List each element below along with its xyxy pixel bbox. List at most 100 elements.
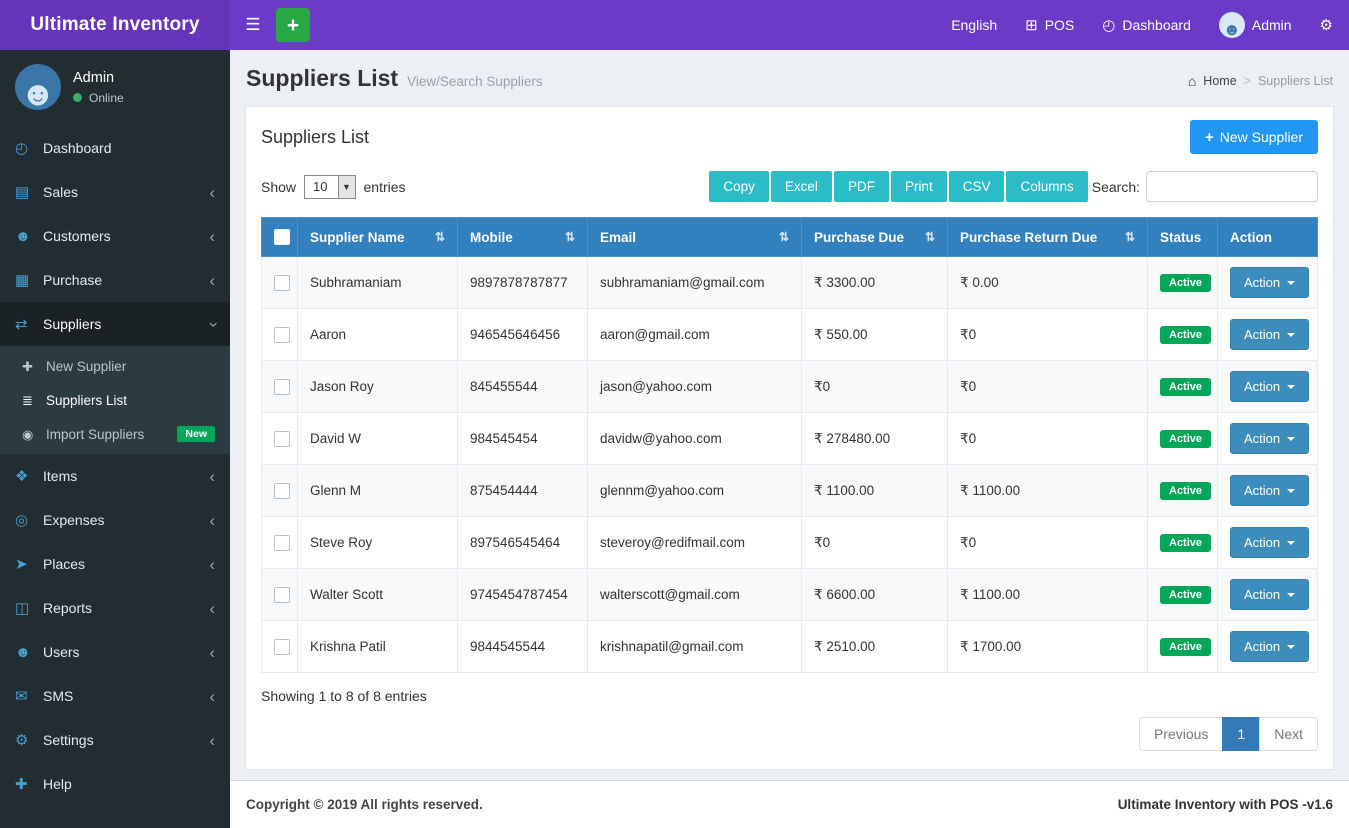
new-badge: New bbox=[177, 426, 215, 442]
action-button-label: Action bbox=[1244, 379, 1281, 395]
caret-down-icon bbox=[1287, 488, 1296, 493]
column-header-purchase-due[interactable]: Purchase Due ⇅ bbox=[801, 216, 948, 258]
table-row: Subhramaniam 9897878787877 subhramaniam@gm… bbox=[261, 256, 1318, 310]
action-button[interactable]: Action bbox=[1230, 267, 1310, 299]
action-button[interactable]: Action bbox=[1230, 423, 1310, 455]
action-button[interactable]: Action bbox=[1230, 475, 1310, 507]
table-row: Glenn M 875454444 glennm@yahoo.com ₹ 1100.0… bbox=[261, 464, 1318, 518]
export-copy-button[interactable]: Copy bbox=[709, 171, 769, 202]
sort-icon[interactable]: ⇅ bbox=[1125, 230, 1135, 244]
row-checkbox[interactable] bbox=[274, 535, 290, 552]
home-icon: ⌂ bbox=[1187, 73, 1197, 89]
sidebar-item-settings[interactable]: ⚙ Settings ‹ bbox=[0, 718, 230, 762]
sidebar-user-status: Online bbox=[73, 91, 124, 105]
export-pdf-button[interactable]: PDF bbox=[833, 171, 889, 202]
supplier-name-cell: Steve Roy bbox=[297, 516, 458, 570]
expenses-icon: ◎ bbox=[15, 511, 29, 529]
sort-icon[interactable]: ⇅ bbox=[779, 230, 789, 244]
sidebar-subitem-new-supplier[interactable]: ✚ New Supplier bbox=[0, 349, 230, 383]
show-label: Show bbox=[261, 178, 297, 195]
sidebar-item-reports[interactable]: ◫ Reports ‹ bbox=[0, 586, 230, 630]
export-csv-button[interactable]: CSV bbox=[948, 171, 1005, 202]
nav-dashboard[interactable]: ◴ Dashboard bbox=[1102, 17, 1191, 33]
row-select-cell bbox=[261, 620, 298, 674]
quick-add-button[interactable]: + bbox=[276, 8, 310, 42]
sidebar-item-places[interactable]: ➤ Places ‹ bbox=[0, 542, 230, 586]
sidebar-subitem-suppliers-list[interactable]: ≣ Suppliers List bbox=[0, 383, 230, 417]
export-excel-button[interactable]: Excel bbox=[770, 171, 832, 202]
action-button-label: Action bbox=[1244, 587, 1281, 603]
action-button[interactable]: Action bbox=[1230, 579, 1310, 611]
purchase-due-cell: ₹ 1100.00 bbox=[801, 464, 948, 518]
sidebar-item-customers[interactable]: ☻ Customers ‹ bbox=[0, 214, 230, 258]
entries-select[interactable]: 10 ▼ bbox=[304, 174, 356, 199]
action-cell: Action bbox=[1217, 568, 1318, 622]
sort-icon[interactable]: ⇅ bbox=[925, 230, 935, 244]
sort-icon[interactable]: ⇅ bbox=[435, 230, 445, 244]
sidebar-item-purchase[interactable]: ▦ Purchase ‹ bbox=[0, 258, 230, 302]
sidebar-item-label: Users bbox=[43, 644, 80, 660]
action-button[interactable]: Action bbox=[1230, 319, 1310, 351]
sidebar-subitem-import-suppliers[interactable]: ◉ Import Suppliers New bbox=[0, 417, 230, 451]
pagination-page-1[interactable]: 1 bbox=[1222, 717, 1261, 752]
action-cell: Action bbox=[1217, 620, 1318, 674]
sort-icon[interactable]: ⇅ bbox=[565, 230, 575, 244]
column-header-supplier-name[interactable]: Supplier Name ⇅ bbox=[297, 216, 458, 258]
column-header-purchase-return-due[interactable]: Purchase Return Due ⇅ bbox=[947, 216, 1148, 258]
column-header-status[interactable]: Status bbox=[1147, 216, 1218, 258]
sidebar-item-dashboard[interactable]: ◴ Dashboard bbox=[0, 126, 230, 170]
status-cell: Active bbox=[1147, 620, 1218, 674]
new-supplier-icon: ✚ bbox=[22, 358, 33, 374]
column-header-action[interactable]: Action bbox=[1217, 216, 1318, 258]
hamburger-menu-icon[interactable]: ☰ bbox=[230, 0, 276, 50]
row-checkbox[interactable] bbox=[274, 639, 290, 656]
purchase-return-due-cell: ₹0 bbox=[947, 360, 1148, 414]
nav-language[interactable]: English bbox=[951, 17, 997, 33]
pos-icon: ⊞ bbox=[1025, 16, 1038, 34]
breadcrumb-home[interactable]: Home bbox=[1203, 74, 1236, 88]
sidebar-item-users[interactable]: ☻ Users ‹ bbox=[0, 630, 230, 674]
nav-pos[interactable]: ⊞ POS bbox=[1025, 17, 1074, 33]
action-button[interactable]: Action bbox=[1230, 527, 1310, 559]
row-checkbox[interactable] bbox=[274, 275, 290, 292]
search-input[interactable] bbox=[1146, 171, 1318, 202]
search-wrap: Search: bbox=[1092, 171, 1318, 202]
nav-user-menu[interactable]: ☻ Admin bbox=[1218, 12, 1292, 38]
status-cell: Active bbox=[1147, 516, 1218, 570]
sidebar-item-help[interactable]: ✚ Help bbox=[0, 762, 230, 806]
pagination-next[interactable]: Next bbox=[1259, 717, 1318, 752]
brand[interactable]: Ultimate Inventory bbox=[0, 0, 230, 50]
action-cell: Action bbox=[1217, 516, 1318, 570]
main-area: ☻ Admin Online ◴ Dashboard ▤ Sales ‹ ☻ Custome… bbox=[0, 50, 1349, 828]
top-navbar: Ultimate Inventory ☰ + English ⊞ POS ◴ Das… bbox=[0, 0, 1349, 50]
column-header-mobile[interactable]: Mobile ⇅ bbox=[457, 216, 588, 258]
email-cell: walterscott@gmail.com bbox=[587, 568, 802, 622]
action-button[interactable]: Action bbox=[1230, 371, 1310, 403]
sidebar-item-sales[interactable]: ▤ Sales ‹ bbox=[0, 170, 230, 214]
export-columns-button[interactable]: Columns bbox=[1006, 171, 1088, 202]
purchase-icon: ▦ bbox=[15, 271, 30, 289]
sidebar-item-expenses[interactable]: ◎ Expenses ‹ bbox=[0, 498, 230, 542]
online-status-dot bbox=[73, 93, 82, 102]
sidebar-subitem-label: Suppliers List bbox=[46, 392, 128, 408]
action-button[interactable]: Action bbox=[1230, 631, 1310, 663]
caret-down-icon bbox=[1287, 436, 1296, 441]
nav-settings[interactable]: ⚙ bbox=[1320, 18, 1333, 33]
export-print-button[interactable]: Print bbox=[890, 171, 947, 202]
row-checkbox[interactable] bbox=[274, 483, 290, 500]
row-checkbox[interactable] bbox=[274, 431, 290, 448]
sidebar-item-sms[interactable]: ✉ SMS ‹ bbox=[0, 674, 230, 718]
pagination-previous[interactable]: Previous bbox=[1138, 717, 1224, 752]
navbar-main: ☰ + English ⊞ POS ◴ Dashboard ☻ Admin ⚙ bbox=[230, 0, 1349, 50]
row-checkbox[interactable] bbox=[274, 379, 290, 396]
page-subtitle: View/Search Suppliers bbox=[407, 74, 543, 89]
row-checkbox[interactable] bbox=[274, 327, 290, 344]
table-row: Jason Roy 845455544 jason@yahoo.com ₹0 ₹0 Act… bbox=[261, 360, 1318, 414]
sidebar-item-suppliers[interactable]: ⇄ Suppliers ‹ bbox=[0, 302, 230, 346]
sidebar-item-items[interactable]: ❖ Items ‹ bbox=[0, 454, 230, 498]
new-supplier-button[interactable]: + New Supplier bbox=[1189, 120, 1318, 154]
breadcrumb: ⌂ Home > Suppliers List bbox=[1188, 73, 1333, 89]
row-checkbox[interactable] bbox=[274, 587, 290, 604]
select-all-checkbox[interactable] bbox=[274, 229, 290, 246]
column-header-email[interactable]: Email ⇅ bbox=[587, 216, 802, 258]
